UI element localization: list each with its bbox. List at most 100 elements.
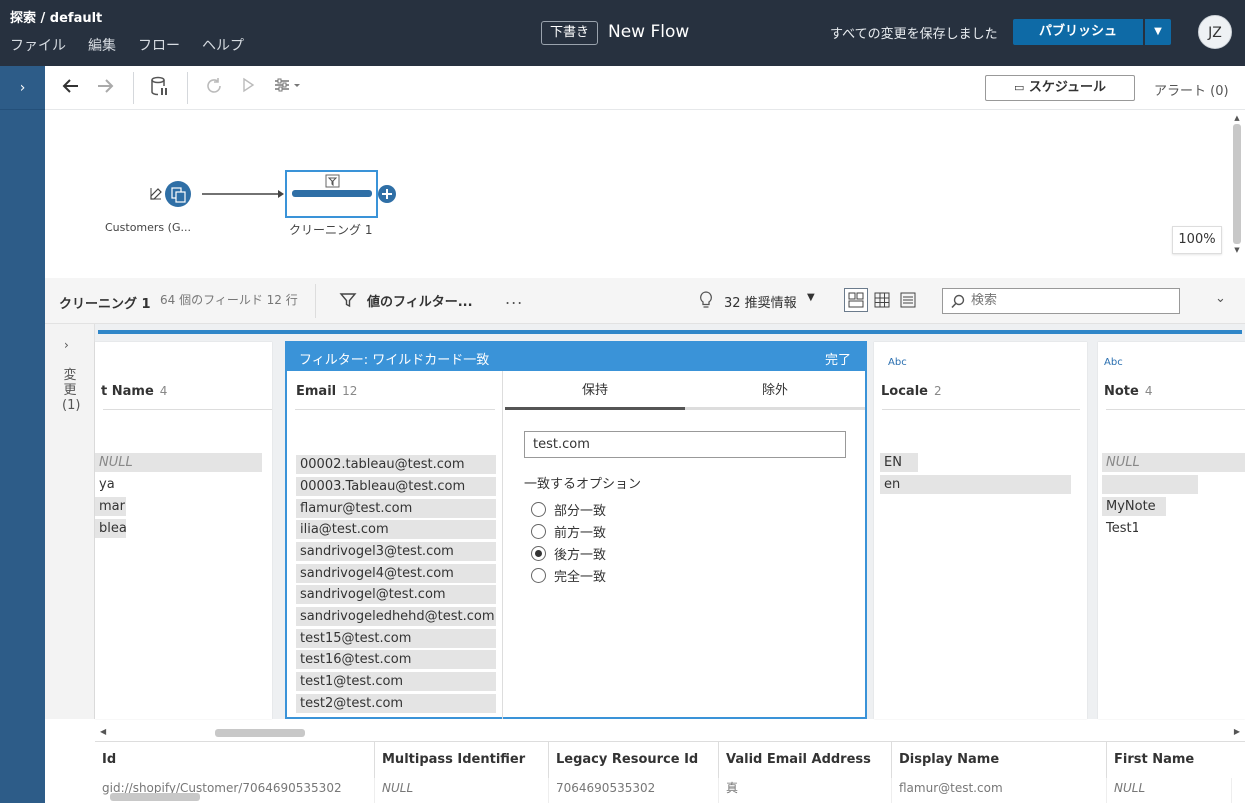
value-bar[interactable]: EN (880, 453, 918, 472)
grid-scrollbar[interactable] (95, 791, 1245, 803)
email-value[interactable]: sandrivogel3@test.com (296, 542, 496, 561)
clean-node-label[interactable]: クリーニング 1 (289, 221, 372, 238)
filter-icon[interactable] (339, 291, 357, 313)
chevron-down-icon[interactable]: ▼ (807, 292, 815, 303)
value-bar[interactable] (1102, 475, 1198, 494)
tab-exclude[interactable]: 除外 (685, 371, 865, 410)
flow-name[interactable]: New Flow (608, 22, 689, 42)
email-value[interactable]: 00002.tableau@test.com (296, 455, 496, 474)
filter-values-button[interactable]: 値のフィルター... (367, 291, 473, 310)
email-value[interactable]: test2@test.com (296, 694, 496, 713)
value-bar[interactable]: NULL (1102, 453, 1245, 472)
option-contains[interactable]: 部分一致 (531, 500, 606, 519)
profile-scrollbar[interactable]: ◀ ▶ (95, 727, 1245, 739)
profile-card-note[interactable]: Abc Note 4 NULL MyNote Test1 (1098, 342, 1245, 719)
table-view-button[interactable] (870, 288, 894, 312)
column-header[interactable]: Id (95, 742, 375, 778)
email-value[interactable]: sandrivogeledhehd@test.com (296, 607, 496, 626)
undo-button[interactable] (59, 76, 83, 100)
value-bar[interactable]: MyNote (1102, 497, 1166, 516)
chevron-right-icon[interactable]: › (64, 338, 69, 352)
email-value[interactable]: 00003.Tableau@test.com (296, 477, 496, 496)
email-value[interactable]: sandrivogel@test.com (296, 585, 496, 604)
avatar[interactable]: JZ (1198, 15, 1232, 49)
scroll-right-icon[interactable]: ▶ (1234, 727, 1240, 736)
radio-button[interactable] (531, 501, 546, 517)
scrollbar-thumb[interactable] (215, 729, 305, 737)
menu-help[interactable]: ヘルプ (202, 35, 244, 55)
match-value-input[interactable] (524, 431, 846, 458)
canvas-scrollbar[interactable]: ▲ ▼ (1232, 114, 1242, 274)
value-bar[interactable]: mar (95, 497, 126, 516)
profile-card-last-name[interactable]: t Name 4 NULL yal1 mar bleau (95, 342, 272, 719)
search-input[interactable] (971, 293, 1171, 308)
profile-card-locale[interactable]: Abc Locale 2 EN en (874, 342, 1087, 719)
scroll-down-icon[interactable]: ▼ (1232, 246, 1242, 254)
add-step-button[interactable] (378, 185, 396, 203)
lightbulb-icon[interactable] (697, 290, 715, 314)
draft-badge: 下書き (541, 21, 599, 45)
menu-flow[interactable]: フロー (138, 35, 180, 55)
search-field[interactable] (942, 288, 1180, 314)
menu-edit[interactable]: 編集 (88, 35, 116, 55)
changes-rail[interactable]: › 変更 (1) (45, 324, 95, 719)
edit-icon (150, 188, 162, 200)
refresh-button[interactable] (202, 76, 226, 100)
email-value[interactable]: test1@test.com (296, 672, 496, 691)
option-ends-with[interactable]: 後方一致 (531, 544, 606, 563)
profile-view-button[interactable] (844, 288, 868, 312)
clean-node[interactable] (285, 170, 378, 218)
refresh-icon (207, 78, 221, 93)
redo-button[interactable] (93, 76, 117, 100)
value-bar[interactable]: bleau (95, 519, 126, 538)
done-button[interactable]: 完了 (825, 349, 851, 368)
option-exact-match[interactable]: 完全一致 (531, 566, 606, 585)
run-options-button[interactable] (273, 76, 303, 100)
column-header[interactable]: First Name (1107, 742, 1245, 778)
breadcrumb[interactable]: 探索 / default (10, 7, 102, 26)
scrollbar-thumb[interactable] (110, 793, 200, 801)
run-button[interactable] (236, 76, 260, 100)
match-options-label: 一致するオプション (524, 477, 642, 492)
input-node[interactable] (165, 181, 191, 207)
option-starts-with[interactable]: 前方一致 (531, 522, 606, 541)
radio-button[interactable] (531, 523, 546, 539)
distinct-count: 4 (159, 384, 168, 398)
tab-keep[interactable]: 保持 (505, 371, 685, 410)
scroll-up-icon[interactable]: ▲ (1232, 114, 1242, 122)
flow-canvas[interactable]: Customers (G... クリーニング 1 100% ▲ ▼ (45, 110, 1245, 278)
data-source-button[interactable] (147, 76, 171, 100)
radio-button-selected[interactable] (531, 545, 546, 561)
value-bar[interactable]: yal1 (95, 475, 115, 494)
input-node-label[interactable]: Customers (G... (105, 221, 191, 234)
publish-button[interactable]: パブリッシュ (1013, 19, 1143, 45)
email-value[interactable]: flamur@test.com (296, 499, 496, 518)
email-value[interactable]: test15@test.com (296, 629, 496, 648)
list-view-button[interactable] (896, 288, 920, 312)
step-name: クリーニング 1 (59, 297, 151, 312)
value-bar[interactable]: en (880, 475, 1071, 494)
scroll-left-icon[interactable]: ◀ (100, 727, 106, 736)
expand-panel-button[interactable]: › (0, 66, 45, 110)
radio-button[interactable] (531, 567, 546, 583)
column-header[interactable]: Display Name (892, 742, 1107, 778)
email-value[interactable]: test16@test.com (296, 650, 496, 669)
menu-file[interactable]: ファイル (10, 35, 66, 55)
recommendations-button[interactable]: 32 推奨情報 (724, 292, 797, 311)
scrollbar-thumb[interactable] (1233, 124, 1241, 244)
collapse-chevron-icon[interactable]: ⌄ (1215, 291, 1226, 306)
changes-label[interactable]: 変更 (1) (62, 368, 80, 413)
value-bar[interactable]: NULL (95, 453, 262, 472)
column-header[interactable]: Legacy Resource Id (549, 742, 719, 778)
dialog-title: フィルター: ワイルドカード一致 (299, 353, 490, 368)
column-header[interactable]: Multipass Identifier (375, 742, 549, 778)
publish-dropdown-button[interactable]: ▼ (1145, 19, 1171, 45)
value-bar[interactable]: Test1 (1102, 519, 1138, 538)
email-value[interactable]: sandrivogel4@test.com (296, 564, 496, 583)
schedule-button[interactable]: ▭ スケジュール (985, 75, 1135, 101)
column-header[interactable]: Valid Email Address (719, 742, 892, 778)
alerts-link[interactable]: アラート (0) (1154, 80, 1229, 99)
email-value[interactable]: ilia@test.com (296, 520, 496, 539)
zoom-level[interactable]: 100% (1172, 226, 1222, 254)
more-options-button[interactable]: ... (505, 289, 523, 308)
